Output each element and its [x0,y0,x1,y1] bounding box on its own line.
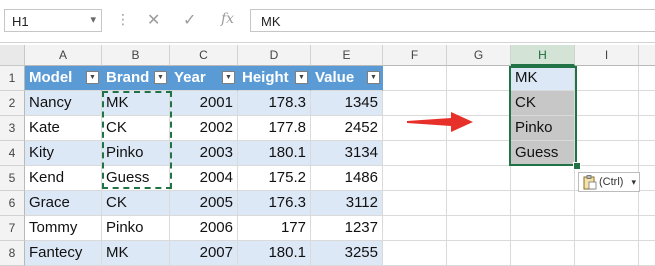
fx-icon[interactable]: fx [221,11,234,27]
table-cell[interactable]: 1486 [311,166,383,191]
selection-border [509,66,577,166]
table-cell[interactable]: 2007 [170,241,238,266]
row-header-2[interactable]: 2 [0,91,25,116]
column-header-a[interactable]: A [25,45,102,66]
column-header-i[interactable]: I [575,45,639,66]
table-cell[interactable]: 180.1 [238,141,311,166]
row-header-5[interactable]: 5 [0,166,25,191]
column-header-e[interactable]: E [311,45,383,66]
select-all-corner[interactable] [0,45,25,66]
table-cell[interactable]: 3112 [311,191,383,216]
table-cell[interactable]: Pinko [102,216,170,241]
row-header-4[interactable]: 4 [0,141,25,166]
table-header-cell[interactable]: Model ▼ [25,66,102,91]
table-cell[interactable]: Tommy [25,216,102,241]
formula-value: MK [261,14,281,29]
row-header-6[interactable]: 6 [0,191,25,216]
table-cell[interactable]: 2001 [170,91,238,116]
table-cell[interactable]: 2004 [170,166,238,191]
table-cell[interactable]: 178.3 [238,91,311,116]
table-cell[interactable]: 177.8 [238,116,311,141]
filter-dropdown-icon[interactable]: ▼ [222,71,235,84]
clipboard-icon [583,175,597,190]
formula-bar-grip[interactable]: ⋮ [116,12,130,26]
table-cell[interactable]: 2003 [170,141,238,166]
table-cell[interactable]: Kend [25,166,102,191]
table-header-cell[interactable]: Height ▼ [238,66,311,91]
table-cell[interactable]: Nancy [25,91,102,116]
column-header-b[interactable]: B [102,45,170,66]
column-header-d[interactable]: D [238,45,311,66]
chevron-down-icon[interactable]: ▾ [90,13,96,26]
table-cell[interactable]: 180.1 [238,241,311,266]
table-cell[interactable]: 3134 [311,141,383,166]
row-header-3[interactable]: 3 [0,116,25,141]
table-cell[interactable]: 175.2 [238,166,311,191]
formula-bar-area: H1 ▾ ⋮ ✕ ✓ fx MK [0,0,655,43]
column-header-h[interactable]: H [511,45,575,66]
row-header-7[interactable]: 7 [0,216,25,241]
table-cell[interactable]: Fantecy [25,241,102,266]
formula-input[interactable]: MK [250,9,655,32]
paste-options-button[interactable]: (Ctrl) ▾ [578,172,640,192]
table-cell[interactable]: 1237 [311,216,383,241]
table-cell[interactable]: Grace [25,191,102,216]
column-header-g[interactable]: G [447,45,511,66]
table-cell[interactable]: MK [102,241,170,266]
table-cell[interactable]: 2002 [170,116,238,141]
row-header-1[interactable]: 1 [0,66,25,91]
table-cell[interactable]: 2005 [170,191,238,216]
close-icon[interactable]: ✕ [147,10,160,30]
table-cell[interactable]: 177 [238,216,311,241]
table-cell[interactable]: 1345 [311,91,383,116]
table-cell[interactable]: 3255 [311,241,383,266]
column-header-f[interactable]: F [383,45,447,66]
table-cell[interactable]: CK [102,191,170,216]
column-header-c[interactable]: C [170,45,238,66]
table-cell[interactable]: Kity [25,141,102,166]
arrow-right-icon [407,112,473,132]
header-value: Value [315,69,355,86]
chevron-down-icon[interactable]: ▾ [631,173,636,191]
filter-dropdown-icon[interactable]: ▼ [86,71,99,84]
column-header-partial[interactable] [639,45,655,66]
table-cell[interactable]: 2452 [311,116,383,141]
table-header-cell[interactable]: Brand ▼ [102,66,170,91]
table-header-cell[interactable]: Year ▼ [170,66,238,91]
filter-dropdown-icon[interactable]: ▼ [367,71,380,84]
filter-dropdown-icon[interactable]: ▼ [154,71,167,84]
header-year: Year [174,69,206,86]
name-box-value: H1 [12,14,29,29]
filter-dropdown-icon[interactable]: ▼ [295,71,308,84]
row-header-8[interactable]: 8 [0,241,25,266]
copy-marquee [102,91,172,189]
table-header-cell[interactable]: Value ▼ [311,66,383,91]
paste-options-label: (Ctrl) [599,176,624,188]
table-cell[interactable]: 176.3 [238,191,311,216]
table-cell[interactable]: 2006 [170,216,238,241]
fill-handle[interactable] [573,162,581,170]
table-cell[interactable]: Kate [25,116,102,141]
header-brand: Brand [106,69,150,86]
name-box[interactable]: H1 ▾ [4,9,102,32]
header-model: Model [29,69,73,86]
checkmark-icon[interactable]: ✓ [183,10,196,30]
header-height: Height [242,69,289,86]
